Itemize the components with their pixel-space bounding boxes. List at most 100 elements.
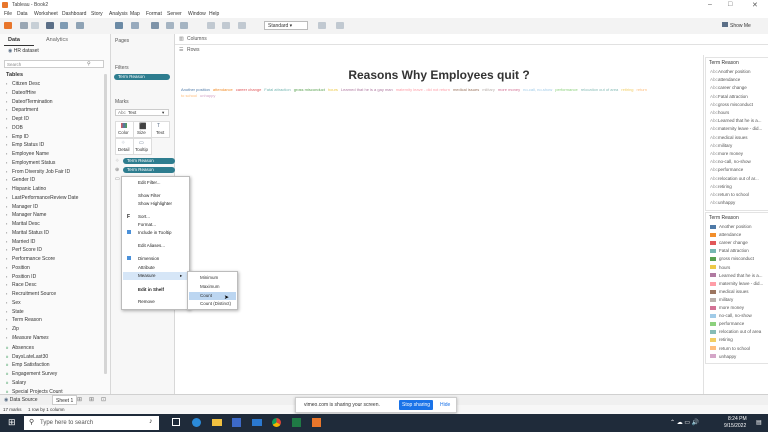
word-mark[interactable]: more money bbox=[498, 87, 520, 92]
task-view-icon[interactable] bbox=[172, 418, 180, 426]
menu-help[interactable]: Help bbox=[209, 11, 219, 17]
legend2-item[interactable]: Another position bbox=[710, 224, 752, 229]
field-item[interactable]: ▪ Department bbox=[6, 107, 38, 113]
clock-time[interactable]: 8:24 PM bbox=[728, 416, 747, 422]
field-item[interactable]: ▪ Hispanic Latino bbox=[6, 186, 46, 192]
new-sheet-tab-icon[interactable]: ⊞ bbox=[77, 396, 82, 403]
legend2-item[interactable]: relocation out of area bbox=[710, 329, 761, 334]
menu-item-include-tooltip[interactable]: Include in Tooltip bbox=[138, 230, 171, 235]
word-mark[interactable]: military bbox=[482, 87, 495, 92]
mark-button-text[interactable]: T Text bbox=[151, 121, 170, 138]
word-mark[interactable]: attendance bbox=[213, 87, 233, 92]
menu-analysis[interactable]: Analysis bbox=[109, 11, 128, 17]
field-item[interactable]: ▪ Recruitment Source bbox=[6, 291, 56, 297]
menu-item-dimension[interactable]: Dimension bbox=[138, 256, 159, 261]
legend2-item[interactable]: Learned that he is a... bbox=[710, 273, 763, 278]
field-item[interactable]: ▪ LastPerformanceReview Date bbox=[6, 195, 78, 201]
mark-button-size[interactable]: ⬛ Size bbox=[133, 121, 152, 138]
tab-analytics[interactable]: Analytics bbox=[46, 37, 68, 43]
menu-item-edit-in-shelf[interactable]: Edit in Shelf bbox=[138, 287, 164, 292]
menu-item-edit-filter[interactable]: Edit Filter... bbox=[138, 180, 161, 185]
mark-type-dropdown[interactable]: Abc Text ▾ bbox=[115, 109, 169, 116]
pause-updates-icon[interactable] bbox=[76, 22, 84, 29]
legend2-item[interactable]: retiring bbox=[710, 337, 733, 342]
tableau-taskbar-icon[interactable] bbox=[312, 418, 321, 427]
field-item[interactable]: ▪ Marital Status ID bbox=[6, 230, 49, 236]
undo-icon[interactable] bbox=[20, 22, 28, 29]
legend1-item[interactable]: Abcmedical issues bbox=[710, 135, 748, 140]
legend1-item[interactable]: Abcno-call, no-show bbox=[710, 159, 751, 164]
legend1-item[interactable]: Abcreturn to school bbox=[710, 192, 749, 197]
word-mark[interactable]: Learned that he is a gay man bbox=[341, 87, 393, 92]
menu-item-edit-aliases[interactable]: Edit Aliases... bbox=[138, 243, 165, 248]
clock-date[interactable]: 9/15/2022 bbox=[724, 423, 746, 429]
field-item[interactable]: ▪ Performance Score bbox=[6, 256, 55, 262]
field-item[interactable]: ▪ From Diversity Job Fair ID bbox=[6, 169, 70, 175]
field-item[interactable]: ▪ Marital Desc bbox=[6, 221, 40, 227]
legend2-item[interactable]: medical issues bbox=[710, 289, 749, 294]
save-icon[interactable] bbox=[46, 22, 54, 29]
field-item[interactable]: ▪ Position bbox=[6, 265, 30, 271]
legend1-item[interactable]: Abcattendance bbox=[710, 77, 740, 82]
show-labels-icon[interactable] bbox=[318, 22, 326, 29]
notification-icon[interactable]: ▤ bbox=[756, 419, 762, 426]
data-pane-scrollbar[interactable] bbox=[104, 74, 107, 374]
menu-window[interactable]: Window bbox=[188, 11, 206, 17]
legend1-item[interactable]: Abcunhappy bbox=[710, 200, 735, 205]
group-icon[interactable] bbox=[222, 22, 230, 29]
legend2-item[interactable]: more money bbox=[710, 305, 744, 310]
field-item[interactable]: ▪ Manager ID bbox=[6, 204, 38, 210]
measure-item[interactable]: # Emp Satisfaction bbox=[6, 362, 50, 368]
data-source-tab[interactable]: ◉ Data Source bbox=[4, 397, 38, 403]
sheet-tab[interactable]: Sheet 1 bbox=[52, 395, 78, 405]
field-item[interactable]: ▪ Employment Status bbox=[6, 160, 55, 166]
datasource-item[interactable]: ◉ HR dataset bbox=[8, 48, 39, 54]
filter-icon[interactable]: ⚲ bbox=[87, 61, 91, 67]
field-item[interactable]: ▪ Race Desc bbox=[6, 282, 36, 288]
close-icon[interactable]: ✕ bbox=[752, 1, 758, 9]
legend1-item[interactable]: AbcLearned that he is a... bbox=[710, 118, 762, 123]
legend2-item[interactable]: attendance bbox=[710, 232, 741, 237]
menu-item-show-highlighter[interactable]: Show Highlighter bbox=[138, 201, 172, 206]
legend1-item[interactable]: Abcperformance bbox=[710, 167, 743, 172]
duplicate-sheet-icon[interactable] bbox=[131, 22, 139, 29]
new-dashboard-tab-icon[interactable]: ⊞ bbox=[89, 396, 94, 403]
edge-icon[interactable] bbox=[192, 418, 201, 427]
legend2-item[interactable]: maternity leave - did... bbox=[710, 281, 763, 286]
excel-icon[interactable] bbox=[292, 418, 301, 427]
sort-asc-icon[interactable] bbox=[166, 22, 174, 29]
measure-item[interactable]: # Salary bbox=[6, 380, 26, 386]
new-story-tab-icon[interactable]: ⊡ bbox=[101, 396, 106, 403]
legend1-item[interactable]: AbcAnother position bbox=[710, 69, 751, 74]
word-mark[interactable]: unhappy bbox=[200, 93, 215, 98]
measure-names-item[interactable]: ▪ Measure Names bbox=[6, 335, 49, 341]
word-mark[interactable]: gross misconduct bbox=[294, 87, 325, 92]
taskbar-search[interactable]: ⚲ Type here to search ♪ bbox=[24, 416, 159, 430]
menu-item-format[interactable]: Format... bbox=[138, 222, 156, 227]
measure-item[interactable]: # DaysLateLast30 bbox=[6, 354, 48, 360]
menu-story[interactable]: Story bbox=[91, 11, 103, 17]
legend2-item[interactable]: unhappy bbox=[710, 354, 736, 359]
menu-dashboard[interactable]: Dashboard bbox=[62, 11, 86, 17]
field-item[interactable]: ▪ Emp ID bbox=[6, 134, 29, 140]
field-item[interactable]: ▪ DateofTermination bbox=[6, 99, 53, 105]
new-datasource-icon[interactable] bbox=[60, 22, 68, 29]
marks-pill-term-reason-text[interactable]: Term Reason bbox=[123, 167, 175, 173]
menu-map[interactable]: Map bbox=[130, 11, 140, 17]
field-item[interactable]: ▪ Zip bbox=[6, 326, 19, 332]
menu-server[interactable]: Server bbox=[167, 11, 182, 17]
hide-button[interactable]: Hide bbox=[440, 402, 450, 408]
new-sheet-icon[interactable] bbox=[115, 22, 123, 29]
mark-button-detail[interactable]: ⁘ Detail bbox=[115, 138, 134, 155]
legend2-item[interactable]: gross misconduct bbox=[710, 256, 754, 261]
legend1-item[interactable]: Abcmilitary bbox=[710, 143, 732, 148]
show-me-button[interactable]: Show Me bbox=[722, 22, 751, 29]
field-item[interactable]: ▪ Sex bbox=[6, 300, 21, 306]
legend1-item[interactable]: Abcmore money bbox=[710, 151, 743, 156]
submenu-item-minimum[interactable]: Minimum bbox=[200, 275, 218, 280]
redo-icon[interactable] bbox=[31, 22, 39, 29]
menu-item-show-filter[interactable]: Show Filter bbox=[138, 193, 161, 198]
word-mark[interactable]: hours bbox=[328, 87, 338, 92]
presentation-icon[interactable] bbox=[336, 22, 344, 29]
word-mark[interactable]: Another position bbox=[181, 87, 210, 92]
